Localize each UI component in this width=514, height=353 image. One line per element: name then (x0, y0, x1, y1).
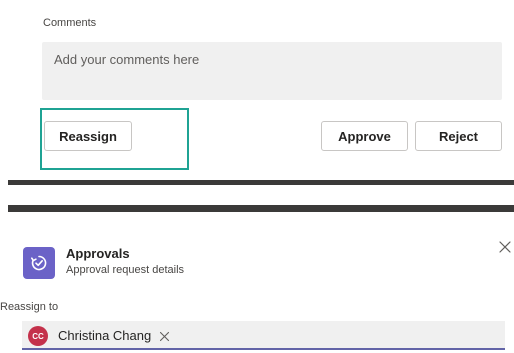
comments-input[interactable]: Add your comments here (42, 42, 502, 100)
reassign-people-picker[interactable]: CC Christina Chang (22, 321, 505, 350)
comments-placeholder: Add your comments here (54, 52, 200, 67)
close-icon[interactable] (498, 240, 512, 254)
approval-screen: Comments Add your comments here Reassign… (0, 0, 514, 353)
comments-label: Comments (43, 17, 97, 29)
app-title: Approvals (66, 246, 130, 261)
section-divider (8, 180, 514, 185)
reject-button[interactable]: Reject (415, 121, 502, 151)
app-subtitle: Approval request details (66, 264, 185, 276)
reassign-to-label: Reassign to (0, 301, 59, 313)
approve-button[interactable]: Approve (321, 121, 408, 151)
reassign-highlight-box (40, 108, 189, 170)
approvals-icon-glyph (31, 255, 47, 271)
avatar: CC (28, 326, 48, 346)
section-divider (8, 205, 514, 212)
approvals-icon (23, 247, 55, 279)
selected-person-name: Christina Chang (58, 328, 152, 343)
remove-person-icon[interactable] (159, 329, 170, 342)
